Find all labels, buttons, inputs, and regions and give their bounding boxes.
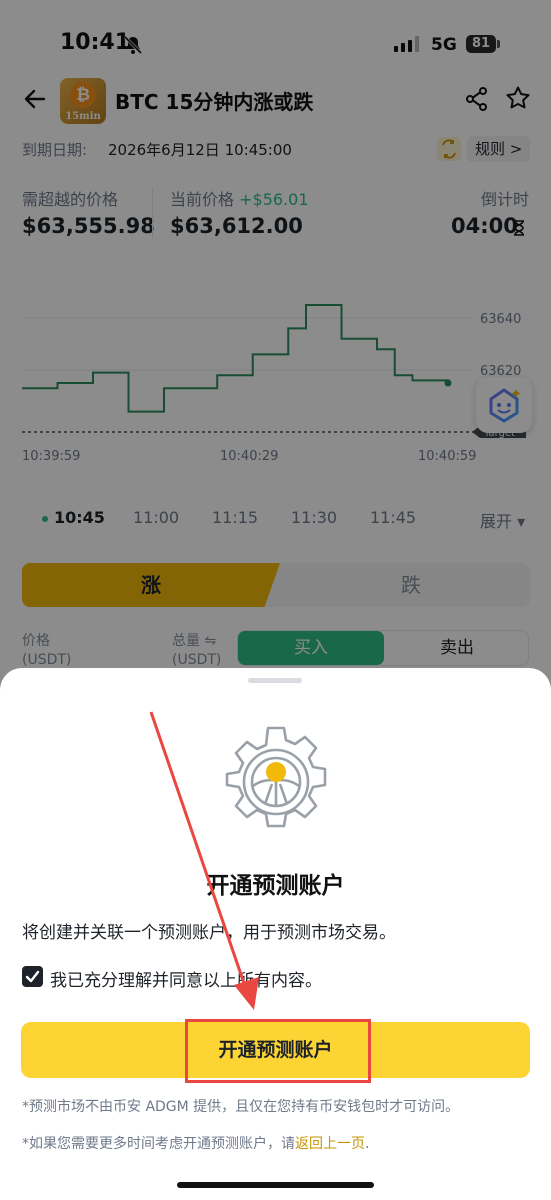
account-gear-illustration — [225, 726, 327, 828]
annotation-highlight-box — [185, 1019, 371, 1083]
footnote-go-back: *如果您需要更多时间考虑开通预测账户，请返回上一页. — [22, 1133, 369, 1153]
agreement-checkbox[interactable] — [22, 966, 43, 987]
go-back-link[interactable]: 返回上一页 — [295, 1136, 365, 1152]
sheet-description: 将创建并关联一个预测账户，用于预测市场交易。 — [22, 923, 396, 943]
sheet-drag-handle[interactable] — [248, 678, 302, 683]
checkmark-icon — [25, 970, 40, 983]
sheet-title: 开通预测账户 — [206, 873, 345, 899]
footnote-go-back-text: *如果您需要更多时间考虑开通预测账户，请 — [22, 1136, 295, 1152]
footnote-go-back-suffix: . — [365, 1136, 370, 1152]
home-indicator[interactable] — [177, 1182, 374, 1188]
footnote-availability: *预测市场不由币安 ADGM 提供，且仅在您持有币安钱包时才可访问。 — [22, 1099, 460, 1115]
agreement-label[interactable]: 我已充分理解并同意以上所有内容。 — [50, 966, 322, 991]
